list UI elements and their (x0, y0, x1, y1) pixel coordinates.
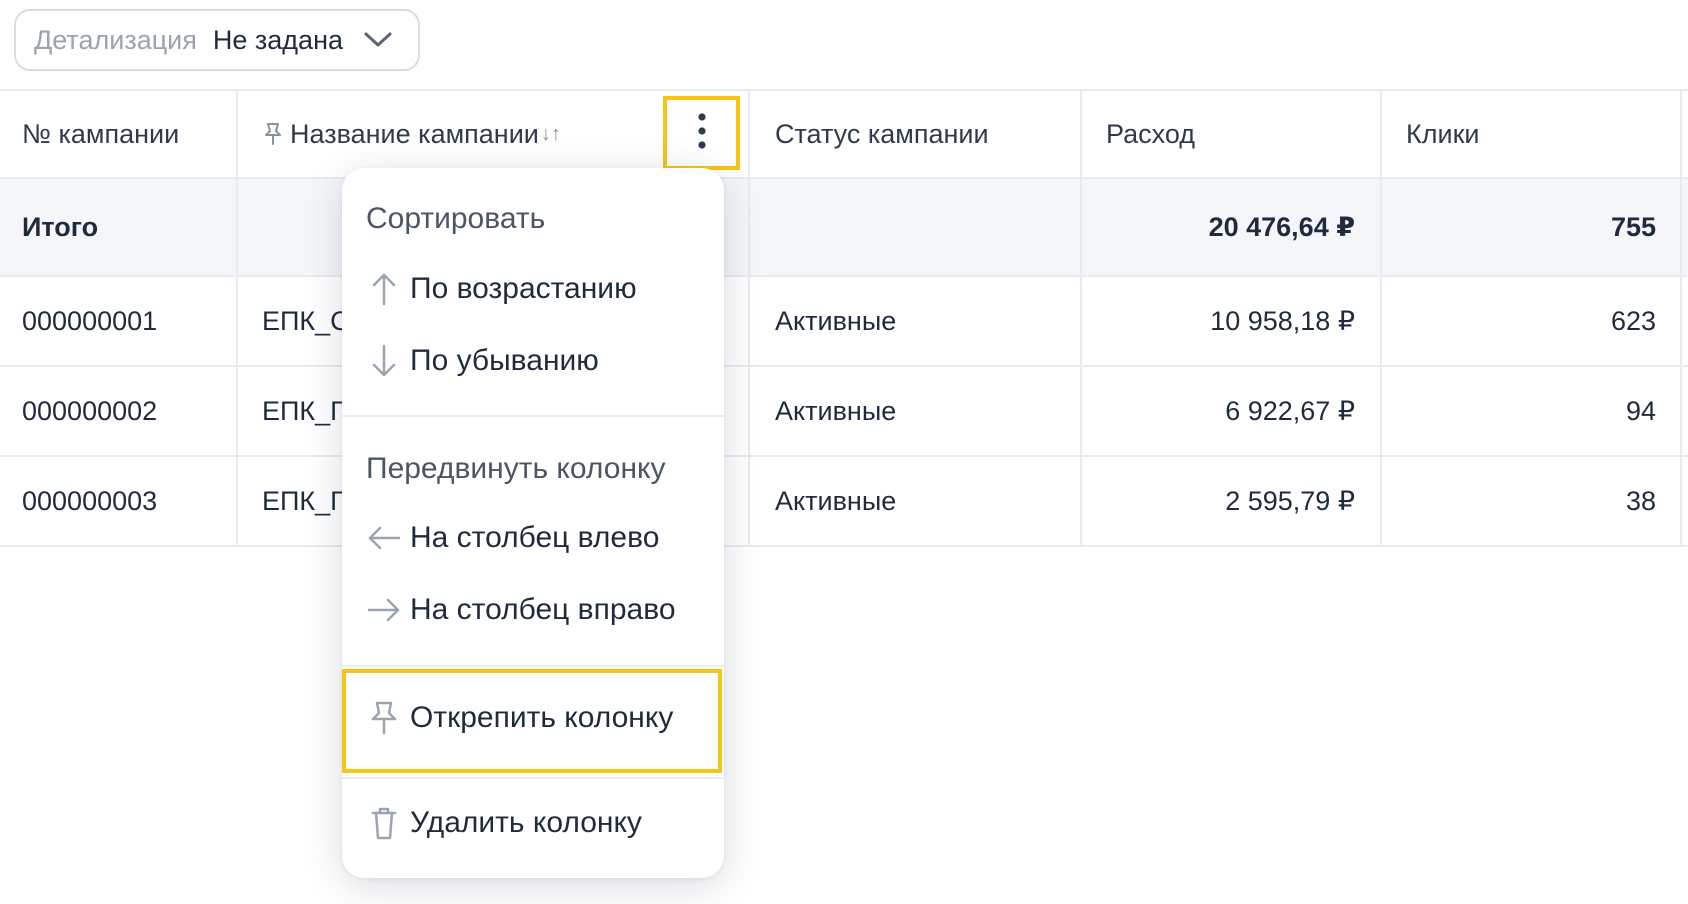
table-row[interactable]: 000000001 ЕПК_С Активные 10 958,18 ₽ 623 (0, 277, 1688, 367)
table-header-row: № кампании Название кампании ↓↑ Статус к… (0, 89, 1688, 179)
arrow-down-icon (366, 343, 402, 379)
row-status: Активные (775, 395, 897, 426)
menu-sort-title: Сортировать (366, 202, 546, 235)
row-spend: 6 922,67 ₽ (1225, 395, 1355, 426)
menu-item-sort-desc[interactable]: По убыванию (366, 343, 599, 379)
table-total-row: Итого 20 476,64 ₽ 755 (0, 179, 1688, 277)
row-clicks: 38 (1625, 485, 1656, 516)
total-label: Итого (22, 211, 99, 242)
row-spend: 10 958,18 ₽ (1210, 305, 1355, 336)
menu-divider (342, 415, 724, 417)
header-spend[interactable]: Расход (1106, 91, 1366, 177)
total-spend: 20 476,64 ₽ (1208, 211, 1355, 242)
table-row[interactable]: 000000003 ЕПК_Г Активные 2 595,79 ₽ 38 (0, 457, 1688, 547)
arrow-left-icon (366, 525, 402, 551)
row-status: Активные (775, 485, 897, 516)
header-status[interactable]: Статус кампании (775, 91, 1075, 177)
menu-item-sort-desc-label: По убыванию (410, 344, 599, 377)
menu-item-sort-asc-label: По возрастанию (410, 272, 637, 305)
arrow-up-icon (366, 271, 402, 307)
trash-icon (366, 805, 402, 841)
menu-item-move-right[interactable]: На столбец вправо (366, 593, 676, 627)
header-campaign-id[interactable]: № кампании (22, 91, 232, 177)
row-campaign-id: 000000002 (22, 395, 158, 426)
row-clicks: 623 (1610, 305, 1656, 336)
menu-item-delete[interactable]: Удалить колонку (366, 805, 642, 841)
menu-divider (342, 665, 724, 667)
row-campaign-id: 000000001 (22, 305, 158, 336)
arrow-right-icon (366, 597, 402, 623)
detail-filter-label: Детализация (34, 24, 197, 55)
header-campaign-name-label: Название кампании (290, 118, 539, 149)
menu-item-unpin[interactable]: Открепить колонку (366, 700, 673, 736)
menu-move-title: Передвинуть колонку (366, 452, 666, 485)
header-clicks[interactable]: Клики (1406, 91, 1666, 177)
total-clicks: 755 (1610, 211, 1656, 242)
row-spend: 2 595,79 ₽ (1225, 485, 1355, 516)
menu-item-move-left[interactable]: На столбец влево (366, 521, 659, 555)
more-vertical-icon (696, 111, 708, 156)
row-campaign-id: 000000003 (22, 485, 158, 516)
menu-item-unpin-label: Открепить колонку (410, 701, 674, 734)
header-campaign-name[interactable]: Название кампании ↓↑ (262, 91, 732, 177)
column-context-menu: Сортировать По возрастанию По убыванию П… (342, 168, 724, 878)
pin-icon (262, 122, 284, 146)
detail-filter-value: Не задана (212, 24, 343, 55)
pin-icon (366, 700, 402, 736)
sort-icon: ↓↑ (540, 122, 561, 145)
detail-filter-dropdown[interactable]: Детализация Не задана (14, 9, 420, 71)
menu-item-move-left-label: На столбец влево (410, 521, 660, 554)
menu-item-move-right-label: На столбец вправо (410, 593, 676, 626)
menu-divider (342, 777, 724, 779)
row-status: Активные (775, 305, 897, 336)
menu-item-sort-asc[interactable]: По возрастанию (366, 271, 637, 307)
row-clicks: 94 (1625, 395, 1656, 426)
campaign-table: № кампании Название кампании ↓↑ Статус к… (0, 89, 1688, 547)
chevron-down-icon (363, 30, 393, 50)
column-menu-button[interactable] (663, 96, 740, 170)
menu-item-delete-label: Удалить колонку (410, 806, 642, 839)
table-row[interactable]: 000000002 ЕПК_Г Активные 6 922,67 ₽ 94 (0, 367, 1688, 457)
